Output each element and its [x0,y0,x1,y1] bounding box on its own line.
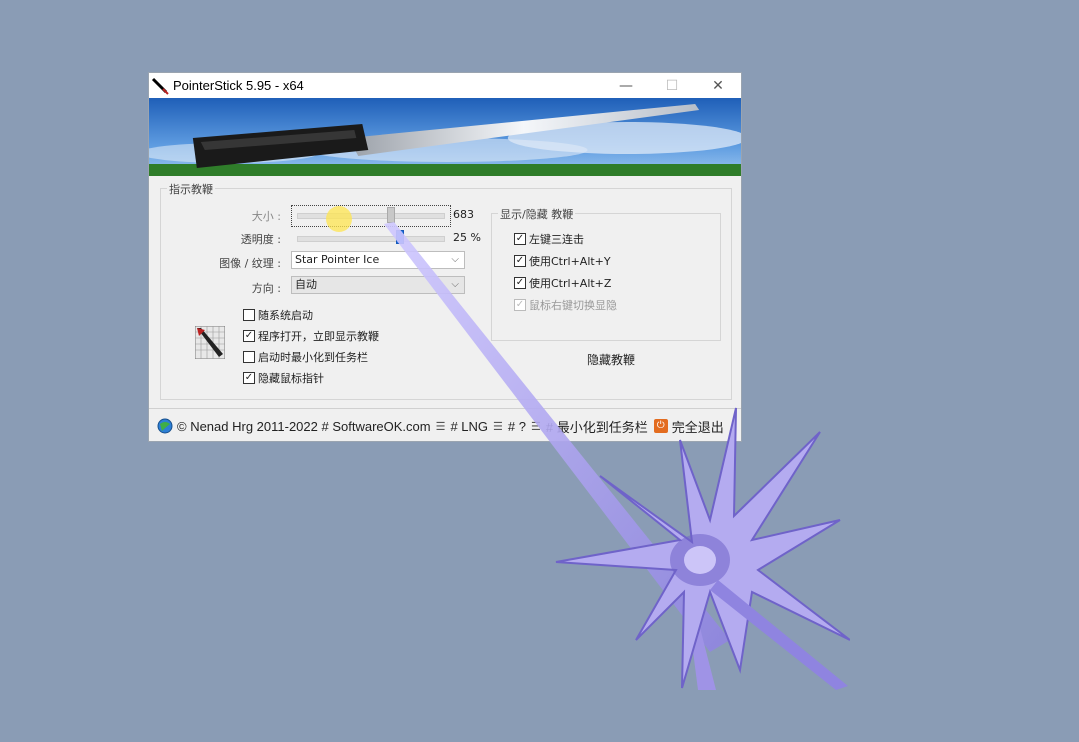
option-minimize-start[interactable]: 启动时最小化到任务栏 [243,349,368,365]
pointer-stick-app-icon [151,76,169,95]
option-ctrl-alt-z[interactable]: ✓ 使用Ctrl+Alt+Z [514,275,611,291]
opacity-slider[interactable] [297,236,445,242]
ctrl-alt-z-label: 使用Ctrl+Alt+Z [529,277,612,290]
opacity-value: 25 % [453,231,481,244]
window-title: PointerStick 5.95 - x64 [173,78,304,93]
show-on-open-checkbox[interactable]: ✓ [243,330,255,342]
copyright-link[interactable]: © Nenad Hrg 2011-2022 # SoftwareOK.com [177,419,431,434]
maximize-button[interactable]: ☐ [649,73,695,98]
option-triple-click[interactable]: ✓ 左键三连击 [514,231,584,247]
banner-image [149,98,741,176]
direction-select[interactable]: 自动 ⌵ [291,276,465,294]
help-link[interactable]: # ? [508,419,526,434]
size-label: 大小 : [251,210,281,223]
size-value: 683 [453,208,474,221]
hide-cursor-checkbox[interactable]: ✓ [243,372,255,384]
footer-divider [149,408,741,409]
ctrl-alt-z-checkbox[interactable]: ✓ [514,277,526,289]
direction-value: 自动 [295,278,317,291]
image-texture-value: Star Pointer Ice [295,253,380,266]
title-bar[interactable]: PointerStick 5.95 - x64 — ☐ ✕ [149,73,741,98]
autostart-checkbox[interactable] [243,309,255,321]
image-texture-select[interactable]: Star Pointer Ice ⌵ [291,251,465,269]
minimize-to-tray-link[interactable]: # 最小化到任务栏 [546,417,648,436]
image-texture-label: 图像 / 纹理 : [219,257,281,270]
globe-icon[interactable] [157,418,173,434]
minimize-start-checkbox[interactable] [243,351,255,363]
right-click-toggle-checkbox: ✓ [514,299,526,311]
menu-lines-icon: ☰ [531,420,541,433]
option-show-on-open[interactable]: ✓ 程序打开，立即显示教鞭 [243,328,379,344]
chevron-down-icon: ⌵ [451,254,459,265]
minimize-start-label: 启动时最小化到任务栏 [258,351,368,364]
footer-bar: © Nenad Hrg 2011-2022 # SoftwareOK.com ☰… [157,417,724,435]
language-link[interactable]: # LNG [450,419,488,434]
menu-lines-icon: ☰ [435,420,446,433]
menu-lines-icon: ☰ [493,420,503,433]
option-hide-cursor[interactable]: ✓ 隐藏鼠标指针 [243,370,324,386]
minimize-button[interactable]: — [603,73,649,98]
option-autostart[interactable]: 随系统启动 [243,307,313,323]
click-highlight [326,206,352,232]
triple-click-label: 左键三连击 [529,233,584,246]
right-click-toggle-label: 鼠标右键切换显隐 [529,299,617,312]
show-on-open-label: 程序打开，立即显示教鞭 [258,330,379,343]
option-right-click-toggle: ✓ 鼠标右键切换显隐 [514,297,617,313]
autostart-label: 随系统启动 [258,309,313,322]
ctrl-alt-y-label: 使用Ctrl+Alt+Y [529,255,611,268]
close-button[interactable]: ✕ [695,73,741,98]
triple-click-checkbox[interactable]: ✓ [514,233,526,245]
ctrl-alt-y-checkbox[interactable]: ✓ [514,255,526,267]
chevron-down-icon: ⌵ [451,279,459,290]
exit-link[interactable]: 完全退出 [672,417,724,436]
hide-pointer-button[interactable]: 隐藏教鞭 [587,351,635,368]
grid-pointer-icon [195,326,225,359]
size-slider-thumb[interactable] [387,207,395,223]
size-slider[interactable] [297,213,445,219]
show-hide-group-title: 显示/隐藏 教鞭 [498,206,576,222]
direction-label: 方向 : [251,282,281,295]
pointerstick-window: PointerStick 5.95 - x64 — ☐ ✕ 指示教鞭 大小: … [148,72,742,442]
pointer-group-title: 指示教鞭 [167,181,215,197]
opacity-label: 透明度 : [240,233,281,246]
opacity-slider-thumb[interactable] [396,230,404,244]
option-ctrl-alt-y[interactable]: ✓ 使用Ctrl+Alt+Y [514,253,611,269]
power-icon: ⏻ [653,419,668,433]
hide-cursor-label: 隐藏鼠标指针 [258,372,324,385]
